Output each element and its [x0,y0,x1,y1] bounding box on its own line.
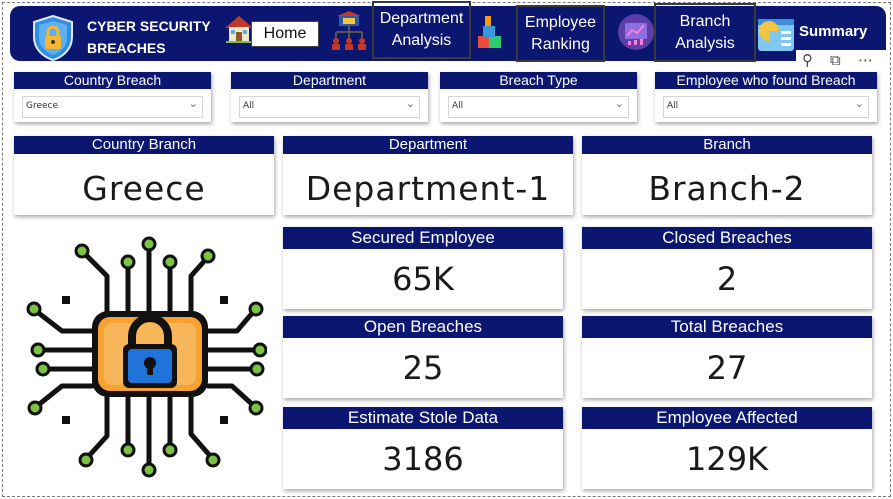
nav-summary-button[interactable]: Summary [799,23,867,40]
slicer-title: Breach Type [440,72,637,89]
analytics-icon [618,14,654,50]
shield-lock-icon [33,15,73,61]
card-title: Closed Breaches [582,227,872,249]
slicer-title: Country Breach [14,72,211,89]
country-breach-dropdown[interactable]: Greece ⌄ [22,96,203,118]
nav-branch-analysis-button[interactable]: Branch Analysis [654,3,756,62]
brand-title: CYBER SECURITY BREACHES [87,15,211,59]
card-title: Open Breaches [283,316,563,338]
card-title: Secured Employee [283,227,563,249]
card-value: 129K [685,440,769,478]
dropdown-value: All [667,101,679,111]
slicer-title: Employee who found Breach [655,72,877,89]
nav-home-button[interactable]: Home [251,21,319,47]
card-value: Department-1 [305,169,551,208]
card-estimate-stole-data: Estimate Stole Data 3186 [283,407,563,489]
focus-mode-icon[interactable]: ⧉ [830,51,841,69]
nav-branch-analysis-label-1: Branch [679,12,731,30]
card-secured-employee: Secured Employee 65K [283,227,563,309]
card-title: Branch [582,136,872,154]
card-value: 27 [706,349,748,387]
cyber-chip-lock-icon [26,236,267,478]
dropdown-value: All [243,101,255,111]
slicer-country-breach: Country Breach Greece ⌄ [14,72,211,122]
chevron-down-icon: ⌄ [614,97,624,110]
card-closed-breaches: Closed Breaches 2 [582,227,872,309]
nav-employee-ranking-label-1: Employee [524,13,597,31]
card-country-branch: Country Branch Greece [14,136,274,215]
card-value: Greece [82,169,206,208]
card-branch: Branch Branch-2 [582,136,872,215]
breach-type-dropdown[interactable]: All ⌄ [448,96,629,118]
card-open-breaches: Open Breaches 25 [283,316,563,398]
card-title: Department [283,136,573,154]
nav-department-analysis-button[interactable]: Department Analysis [372,1,471,59]
chevron-down-icon: ⌄ [188,97,198,110]
nav-branch-analysis-label-2: Analysis [675,34,735,52]
card-title: Total Breaches [582,316,872,338]
card-title: Estimate Stole Data [283,407,563,429]
card-total-breaches: Total Breaches 27 [582,316,872,398]
slicer-department: Department All ⌄ [231,72,428,122]
employee-found-breach-dropdown[interactable]: All ⌄ [663,96,869,118]
slicer-employee-found-breach: Employee who found Breach All ⌄ [655,72,877,122]
nav-department-analysis-label-1: Department [379,10,464,27]
card-value: 2 [716,260,738,298]
org-chart-icon [332,11,366,50]
slicer-breach-type: Breach Type All ⌄ [440,72,637,122]
brand-line-2: BREACHES [87,40,166,56]
slicer-title: Department [231,72,428,89]
nav-employee-ranking-label-2: Ranking [531,35,590,53]
dashboard-icon [758,19,794,51]
brand-line-1: CYBER SECURITY [87,18,211,34]
card-department: Department Department-1 [283,136,573,215]
card-title: Country Branch [14,136,274,154]
nav-department-analysis-label-2: Analysis [391,32,452,49]
card-value: Branch-2 [648,169,806,208]
dropdown-value: All [452,101,464,111]
nav-employee-ranking-button[interactable]: Employee Ranking [516,5,605,62]
filter-icon[interactable]: ⚲ [802,51,813,69]
card-value: 65K [392,260,454,298]
visual-toolbar: ⚲ ⧉ ⋯ [796,50,888,72]
dropdown-value: Greece [26,101,59,111]
card-title: Employee Affected [582,407,872,429]
card-value: 3186 [382,440,464,478]
card-value: 25 [402,349,444,387]
chevron-down-icon: ⌄ [854,97,864,110]
blocks-icon [478,16,501,48]
department-dropdown[interactable]: All ⌄ [239,96,420,118]
card-employee-affected: Employee Affected 129K [582,407,872,489]
chevron-down-icon: ⌄ [405,97,415,110]
more-options-icon[interactable]: ⋯ [858,51,873,69]
